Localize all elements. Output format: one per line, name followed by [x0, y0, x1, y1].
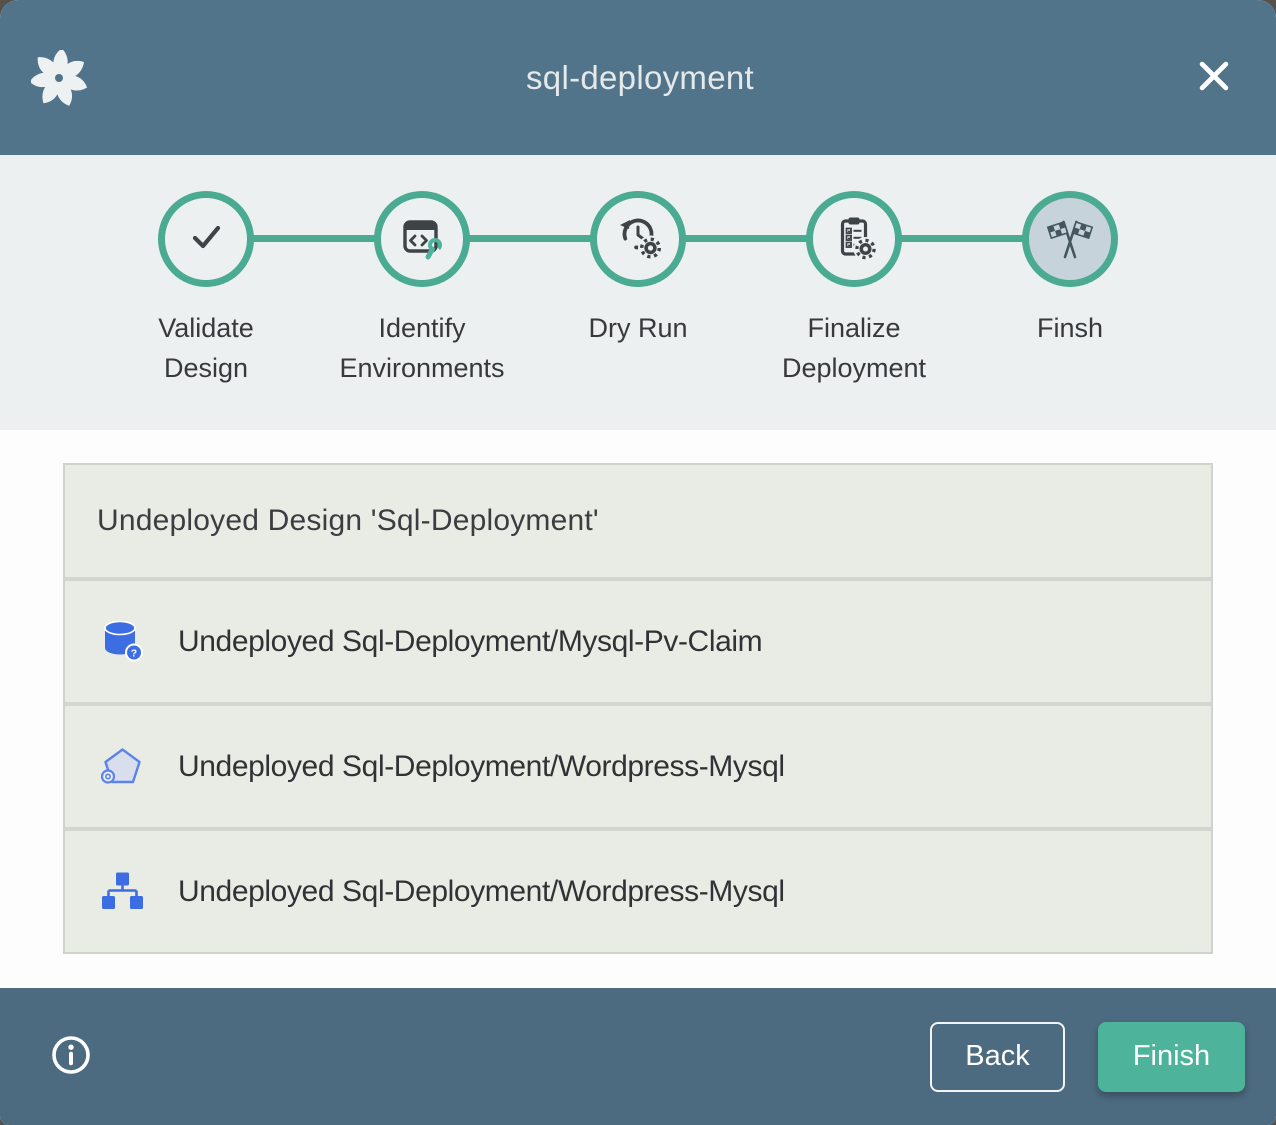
result-row[interactable]: Undeployed Sql-Deployment/Wordpress-Mysq…	[65, 706, 1211, 827]
dialog-header: sql-deployment	[0, 0, 1276, 155]
step-label: Identify Environments	[333, 308, 511, 388]
check-icon	[182, 213, 230, 266]
results-summary-row: Undeployed Design 'Sql-Deployment'	[65, 465, 1211, 577]
result-row-text: Undeployed Sql-Deployment/Mysql-Pv-Claim	[178, 625, 762, 659]
step-finalize-deployment[interactable]: Finalize Deployment	[746, 191, 962, 388]
info-icon	[50, 1034, 92, 1079]
close-button[interactable]	[1192, 56, 1236, 100]
step-dry-run[interactable]: Dry Run	[530, 191, 746, 388]
result-row-text: Undeployed Sql-Deployment/Wordpress-Mysq…	[178, 750, 785, 784]
step-label: Validate Design	[117, 308, 295, 388]
results-summary-text: Undeployed Design 'Sql-Deployment'	[97, 504, 599, 538]
clipboard-gear-icon	[830, 213, 878, 266]
step-label: Finalize Deployment	[765, 308, 943, 388]
dialog-body: Undeployed Design 'Sql-Deployment' ? Und…	[0, 430, 1276, 988]
step-label: Finsh	[1037, 308, 1103, 348]
dialog-footer: Back Finish	[0, 988, 1276, 1125]
step-connector	[469, 235, 591, 242]
deployment-results-list: Undeployed Design 'Sql-Deployment' ? Und…	[63, 463, 1213, 954]
finish-button[interactable]: Finish	[1098, 1022, 1245, 1092]
close-icon	[1197, 59, 1231, 96]
checkered-flags-icon	[1045, 212, 1095, 267]
code-window-wrench-icon	[398, 213, 446, 266]
screen: { "header": { "title": "sql-deployment" …	[0, 0, 1276, 1125]
result-row[interactable]: ? Undeployed Sql-Deployment/Mysql-Pv-Cla…	[65, 581, 1211, 702]
step-validate-design[interactable]: Validate Design	[98, 191, 314, 388]
tree-hierarchy-icon	[99, 868, 145, 916]
svg-text:?: ?	[131, 647, 137, 659]
step-connector	[253, 235, 375, 242]
history-gear-icon	[614, 213, 662, 266]
result-row-text: Undeployed Sql-Deployment/Wordpress-Mysq…	[178, 875, 785, 909]
pentagon-badge-icon	[99, 743, 145, 791]
wizard-stepper: Validate Design	[0, 155, 1276, 430]
back-button[interactable]: Back	[930, 1022, 1065, 1092]
step-label: Dry Run	[588, 308, 687, 348]
steps-row: Validate Design	[98, 191, 1178, 388]
step-connector	[901, 235, 1023, 242]
result-row[interactable]: Undeployed Sql-Deployment/Wordpress-Mysq…	[65, 831, 1211, 952]
sql-deployment-dialog: sql-deployment	[0, 0, 1276, 1125]
step-identify-environments[interactable]: Identify Environments	[314, 191, 530, 388]
step-connector	[685, 235, 807, 242]
dialog-title: sql-deployment	[88, 59, 1192, 97]
database-question-icon: ?	[99, 618, 145, 666]
info-button[interactable]	[50, 1036, 92, 1078]
app-logo-icon	[30, 49, 88, 107]
step-finish[interactable]: Finsh	[962, 191, 1178, 388]
